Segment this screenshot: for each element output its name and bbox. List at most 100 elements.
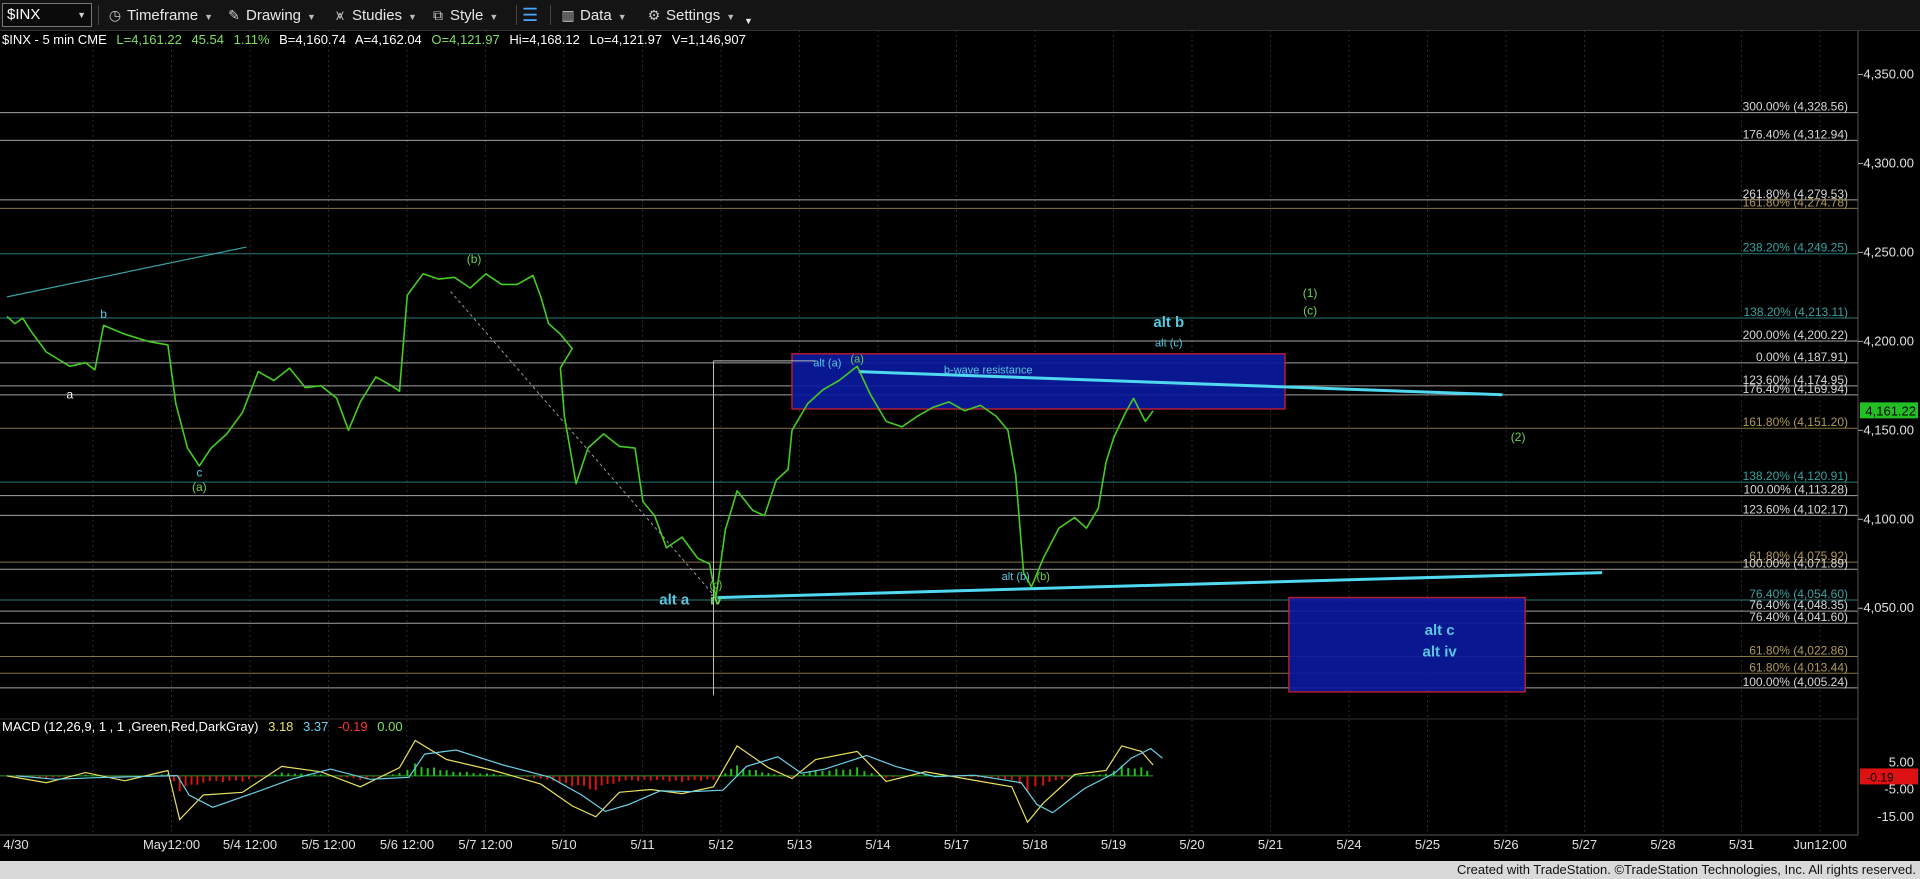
fib-level-label: 61.80% (4,013.44) — [1749, 660, 1848, 674]
last-price-flag-label: 4,161.22 — [1865, 403, 1916, 418]
wave-label: (a) — [192, 480, 207, 494]
macd-zero-value: 0.00 — [377, 719, 403, 734]
time-tick-label: 5/12 — [708, 837, 733, 852]
fib-level-label: 100.00% (4,113.28) — [1743, 483, 1848, 497]
resistance-zone — [791, 353, 1286, 410]
price-series — [6, 272, 1154, 599]
chevron-down-icon: ▼ — [307, 12, 316, 22]
fib-level-label: 176.40% (4,169.94) — [1743, 382, 1848, 396]
quote-info-bar: $INX - 5 min CME L=4,161.22 45.54 1.11% … — [2, 32, 752, 48]
high-readout: Hi=4,168.12 — [509, 32, 580, 47]
chevron-down-icon: ▼ — [726, 12, 736, 22]
overflow-menu-icon[interactable]: ▼ — [744, 10, 753, 32]
wave-label: alt c — [1425, 622, 1455, 639]
drawing-button[interactable]: ✎ Drawing ▼ — [226, 4, 316, 26]
vertical-gridlines — [92, 30, 1821, 835]
wave-label: (c) — [709, 580, 722, 592]
gear-icon: ⚙ — [647, 7, 661, 23]
wave-label: (b) — [1036, 571, 1049, 583]
fib-level-label: 161.80% (4,274.78) — [1743, 195, 1848, 209]
fib-level-label: 176.40% (4,312.94) — [1743, 127, 1848, 141]
macd-avg-value: 3.37 — [303, 719, 329, 734]
time-tick-label: 5/19 — [1101, 837, 1126, 852]
change-readout: 45.54 — [191, 32, 224, 47]
fib-level-label: 300.00% (4,328.56) — [1743, 100, 1848, 114]
fib-level-label: 123.60% (4,102.17) — [1743, 502, 1848, 516]
wave-label: alt (c) — [1155, 338, 1183, 350]
time-tick-label: 5/6 12:00 — [380, 837, 434, 852]
fib-level-label: 0.00% (4,187.91) — [1756, 350, 1848, 364]
time-tick-label: 5/21 — [1258, 837, 1283, 852]
chevron-down-icon: ▼ — [617, 12, 627, 22]
time-tick-label: 5/27 — [1572, 837, 1597, 852]
price-line — [6, 272, 1154, 599]
chevron-down-icon: ▼ — [489, 12, 499, 22]
time-tick-label: 4/30 — [3, 837, 28, 852]
macd-title: MACD (12,26,9, 1 , 1 ,Green,Red,DarkGray… — [2, 719, 259, 734]
settings-label: Settings — [666, 7, 721, 24]
price-tick-label: 4,200.00 — [1863, 333, 1914, 348]
wave-label: (1) — [1303, 286, 1318, 300]
fib-dashed-line — [450, 291, 717, 598]
time-tick-label: 5/7 12:00 — [458, 837, 512, 852]
wave-label: a — [66, 387, 73, 401]
lower-support-line — [717, 571, 1603, 600]
trendlines — [6, 246, 1603, 600]
time-axis: 4/30 May12:00 5/4 12:00 5/5 12:00 5/6 12:00 5… — [0, 834, 1858, 852]
symbol-title: $INX - 5 min CME — [2, 32, 107, 47]
wave-label: alt (b) — [1002, 571, 1030, 583]
style-label: Style — [450, 7, 484, 24]
fib-level-label: 161.80% (4,151.20) — [1743, 415, 1848, 429]
data-button[interactable]: ▥ Data ▼ — [560, 4, 627, 26]
studies-button[interactable]: ⩙ Studies ▼ — [332, 4, 417, 26]
wave-label: c — [196, 466, 202, 480]
macd-diff-value: -0.19 — [337, 719, 368, 734]
wave-label: alt (a) — [813, 357, 841, 369]
timeframe-label: Timeframe — [127, 7, 199, 24]
time-tick-label: 5/5 12:00 — [301, 837, 355, 852]
change-pct-readout: 1.11% — [233, 32, 270, 47]
open-readout: O=4,121.97 — [431, 32, 500, 47]
style-icon: ⧉ — [433, 7, 443, 23]
time-tick-label: 5/20 — [1179, 837, 1204, 852]
timeframe-button[interactable]: ◷ Timeframe ▼ — [107, 4, 213, 26]
bid-readout: B=4,160.74 — [279, 32, 347, 47]
chart-canvas[interactable]: 300.00% (4,328.56)176.40% (4,312.94)261.… — [0, 0, 1920, 879]
chevron-down-icon: ▼ — [408, 12, 417, 22]
macd-value: 3.18 — [268, 719, 294, 734]
price-tick-label: 4,250.00 — [1863, 244, 1914, 259]
layout-toggle-icon[interactable]: ☰ — [522, 4, 538, 26]
price-tick-label: 4,100.00 — [1863, 511, 1914, 526]
price-axis: 4,350.00 4,300.00 4,250.00 4,200.00 4,150.00… — [1857, 30, 1918, 835]
symbol-text: $INX — [7, 6, 41, 23]
time-tick-label: 5/25 — [1415, 837, 1440, 852]
wave-label: iv — [710, 592, 722, 608]
fib-level-label: 138.20% (4,213.11) — [1743, 305, 1848, 319]
studies-label: Studies — [352, 7, 403, 24]
chevron-down-icon: ▼ — [204, 12, 214, 22]
fib-level-label: 200.00% (4,200.22) — [1743, 328, 1848, 342]
wave-label: (2) — [1511, 430, 1526, 444]
time-tick-label: 5/31 — [1729, 837, 1754, 852]
style-button[interactable]: ⧉ Style ▼ — [430, 4, 498, 26]
time-tick-label: 5/18 — [1022, 837, 1047, 852]
clock-icon: ◷ — [108, 7, 122, 23]
macd-tick-label: -15.00 — [1877, 809, 1914, 824]
price-tick-label: 4,350.00 — [1863, 66, 1914, 81]
settings-button[interactable]: ⚙ Settings ▼ — [646, 4, 735, 26]
macd-tick-label: 5.00 — [1889, 754, 1914, 769]
upper-left-channel — [6, 246, 247, 298]
time-tick-label: 5/13 — [787, 837, 812, 852]
fib-level-label: 138.20% (4,120.91) — [1743, 469, 1848, 483]
ask-readout: A=4,162.04 — [354, 32, 422, 47]
fib-level-label: 76.40% (4,041.60) — [1749, 610, 1848, 624]
time-tick-label: 5/26 — [1493, 837, 1518, 852]
footer-bar: Created with TradeStation. ©TradeStation… — [0, 861, 1920, 879]
time-tick-label: 5/28 — [1650, 837, 1675, 852]
wave-label: (c) — [1303, 304, 1317, 318]
fib-level-label: 238.20% (4,249.25) — [1743, 241, 1848, 255]
price-tick-label: 4,150.00 — [1863, 422, 1914, 437]
fib-level-label: 61.80% (4,022.86) — [1749, 644, 1848, 658]
symbol-selector[interactable]: $INX ▼ — [2, 3, 92, 27]
support-zone — [1288, 596, 1526, 693]
